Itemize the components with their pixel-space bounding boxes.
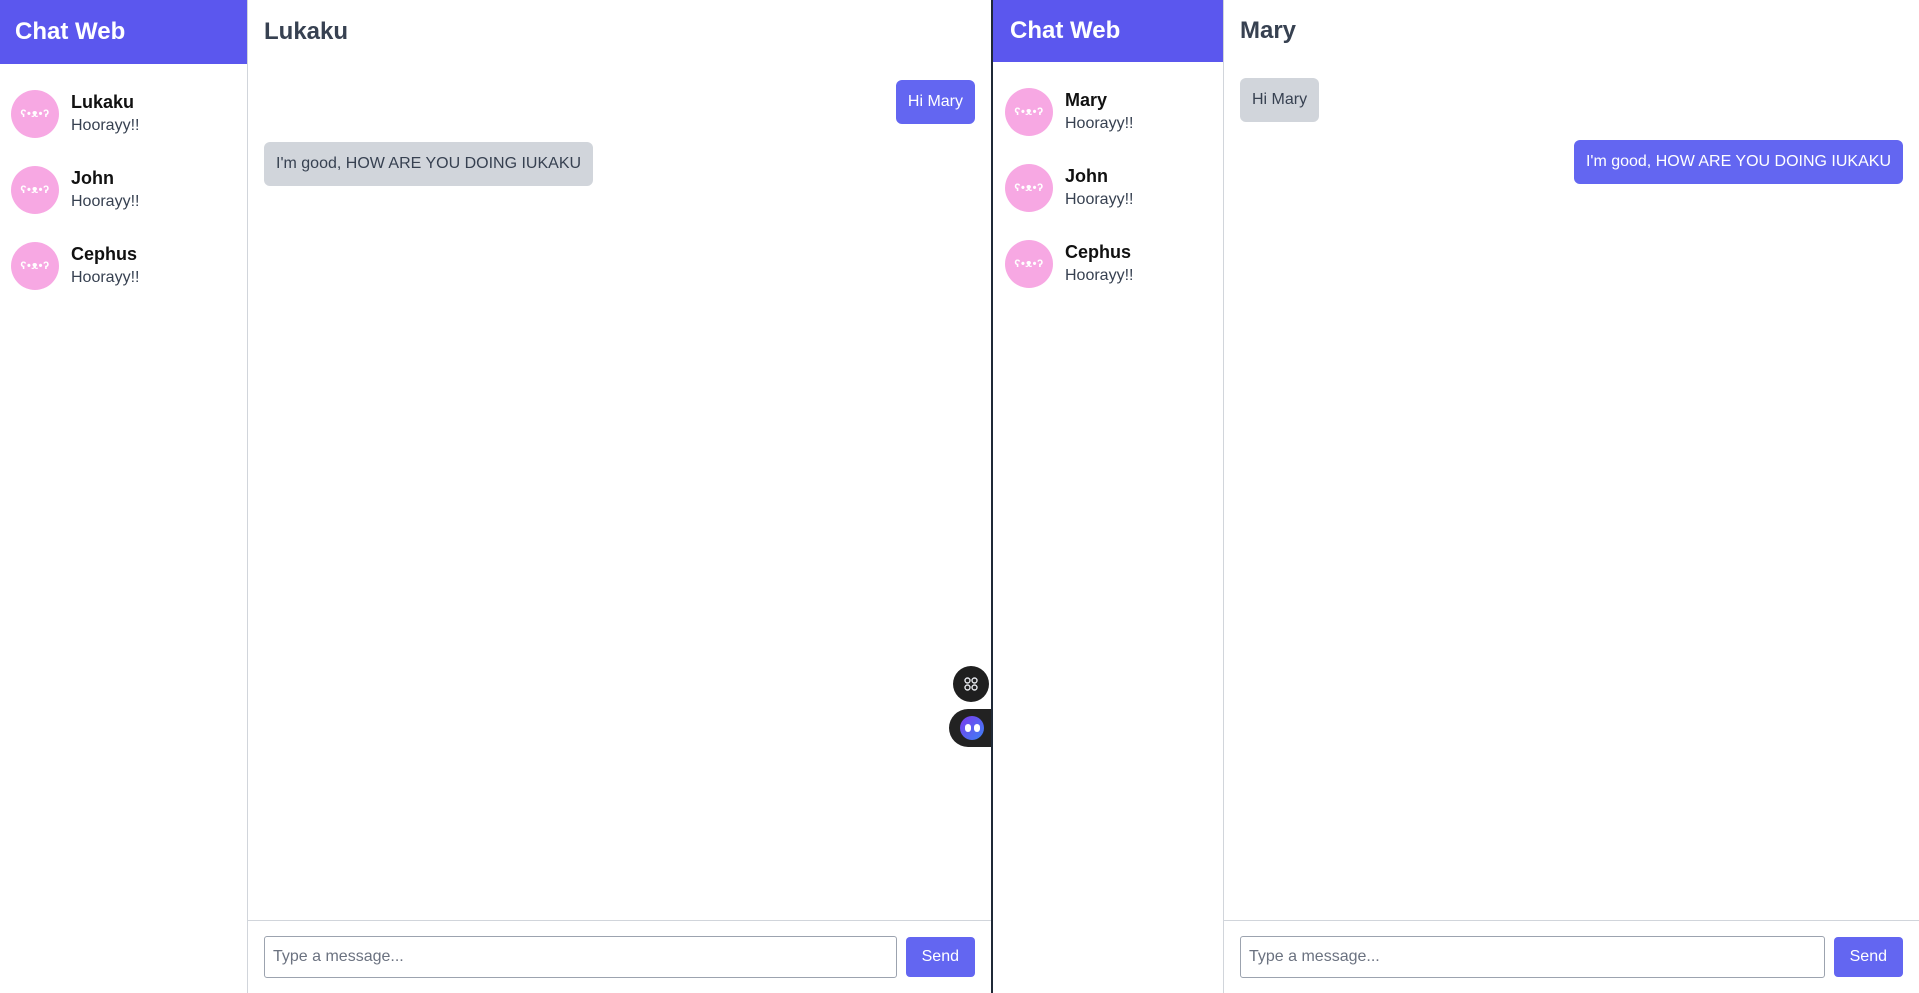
contact-name: John [1065, 166, 1108, 186]
send-button[interactable]: Send [905, 937, 975, 977]
message-composer: Send [248, 920, 991, 993]
contact-preview: Hoorayy!! [1065, 267, 1134, 284]
message-row: I'm good, HOW ARE YOU DOING IUKAKU [264, 142, 975, 186]
contact-name: Mary [1065, 90, 1108, 110]
chat-panel: Mary Hi Mary I'm good, HOW ARE YOU DOING… [1224, 0, 1919, 993]
left-window: Chat Web ʕ•ᴥ•ʔ Lukaku Hoorayy!! ʕ•ᴥ•ʔ Jo… [0, 0, 993, 993]
contact-preview: Hoorayy!! [71, 193, 140, 210]
contact-item-cephus[interactable]: ʕ•ᴥ•ʔ Cephus Hoorayy!! [0, 228, 247, 304]
app-brand: Chat Web [0, 0, 247, 64]
contact-item-john[interactable]: ʕ•ᴥ•ʔ John Hoorayy!! [0, 152, 247, 228]
contact-item-mary[interactable]: ʕ•ᴥ•ʔ Mary Hoorayy!! [993, 74, 1223, 150]
message-composer: Send [1224, 920, 1919, 993]
outgoing-message: Hi Mary [895, 80, 975, 124]
chat-title: Mary [1240, 17, 1297, 44]
message-list: Hi Mary I'm good, HOW ARE YOU DOING IUKA… [1224, 62, 1919, 920]
assistant-bot-icon[interactable] [949, 709, 991, 747]
avatar: ʕ•ᴥ•ʔ [11, 242, 59, 290]
send-button[interactable]: Send [1833, 937, 1903, 977]
incoming-message: Hi Mary [1240, 78, 1320, 122]
contact-preview: Hoorayy!! [1065, 191, 1134, 208]
bot-face-icon [960, 716, 984, 740]
contact-name: Lukaku [71, 92, 135, 112]
incoming-message: I'm good, HOW ARE YOU DOING IUKAKU [264, 142, 594, 186]
app-brand: Chat Web [993, 0, 1223, 62]
chat-panel: Lukaku Hi Mary I'm good, HOW ARE YOU DOI… [248, 0, 991, 993]
contact-name: Cephus [71, 244, 138, 264]
right-window: Chat Web ʕ•ᴥ•ʔ Mary Hoorayy!! ʕ•ᴥ•ʔ John… [993, 0, 1919, 993]
contact-preview: Hoorayy!! [71, 269, 140, 286]
contacts-sidebar: Chat Web ʕ•ᴥ•ʔ Mary Hoorayy!! ʕ•ᴥ•ʔ John… [993, 0, 1224, 993]
contact-preview: Hoorayy!! [71, 117, 140, 134]
split-screen: Chat Web ʕ•ᴥ•ʔ Lukaku Hoorayy!! ʕ•ᴥ•ʔ Jo… [0, 0, 1919, 993]
contact-preview: Hoorayy!! [1065, 115, 1134, 132]
message-input[interactable] [264, 936, 897, 978]
chat-title: Lukaku [264, 18, 349, 45]
avatar: ʕ•ᴥ•ʔ [1005, 88, 1053, 136]
contact-name: Cephus [1065, 242, 1132, 262]
contact-item-john[interactable]: ʕ•ᴥ•ʔ John Hoorayy!! [993, 150, 1223, 226]
avatar: ʕ•ᴥ•ʔ [11, 90, 59, 138]
avatar: ʕ•ᴥ•ʔ [1005, 164, 1053, 212]
contacts-sidebar: Chat Web ʕ•ᴥ•ʔ Lukaku Hoorayy!! ʕ•ᴥ•ʔ Jo… [0, 0, 248, 993]
message-input[interactable] [1240, 936, 1825, 978]
message-row: Hi Mary [1240, 78, 1903, 122]
contact-item-lukaku[interactable]: ʕ•ᴥ•ʔ Lukaku Hoorayy!! [0, 76, 247, 152]
contact-name: John [71, 168, 114, 188]
avatar: ʕ•ᴥ•ʔ [11, 166, 59, 214]
outgoing-message: I'm good, HOW ARE YOU DOING IUKAKU [1573, 140, 1903, 184]
contact-item-cephus[interactable]: ʕ•ᴥ•ʔ Cephus Hoorayy!! [993, 226, 1223, 302]
message-row: Hi Mary [264, 80, 975, 124]
command-icon[interactable] [953, 666, 989, 702]
avatar: ʕ•ᴥ•ʔ [1005, 240, 1053, 288]
message-row: I'm good, HOW ARE YOU DOING IUKAKU [1240, 140, 1903, 184]
message-list: Hi Mary I'm good, HOW ARE YOU DOING IUKA… [248, 64, 991, 920]
